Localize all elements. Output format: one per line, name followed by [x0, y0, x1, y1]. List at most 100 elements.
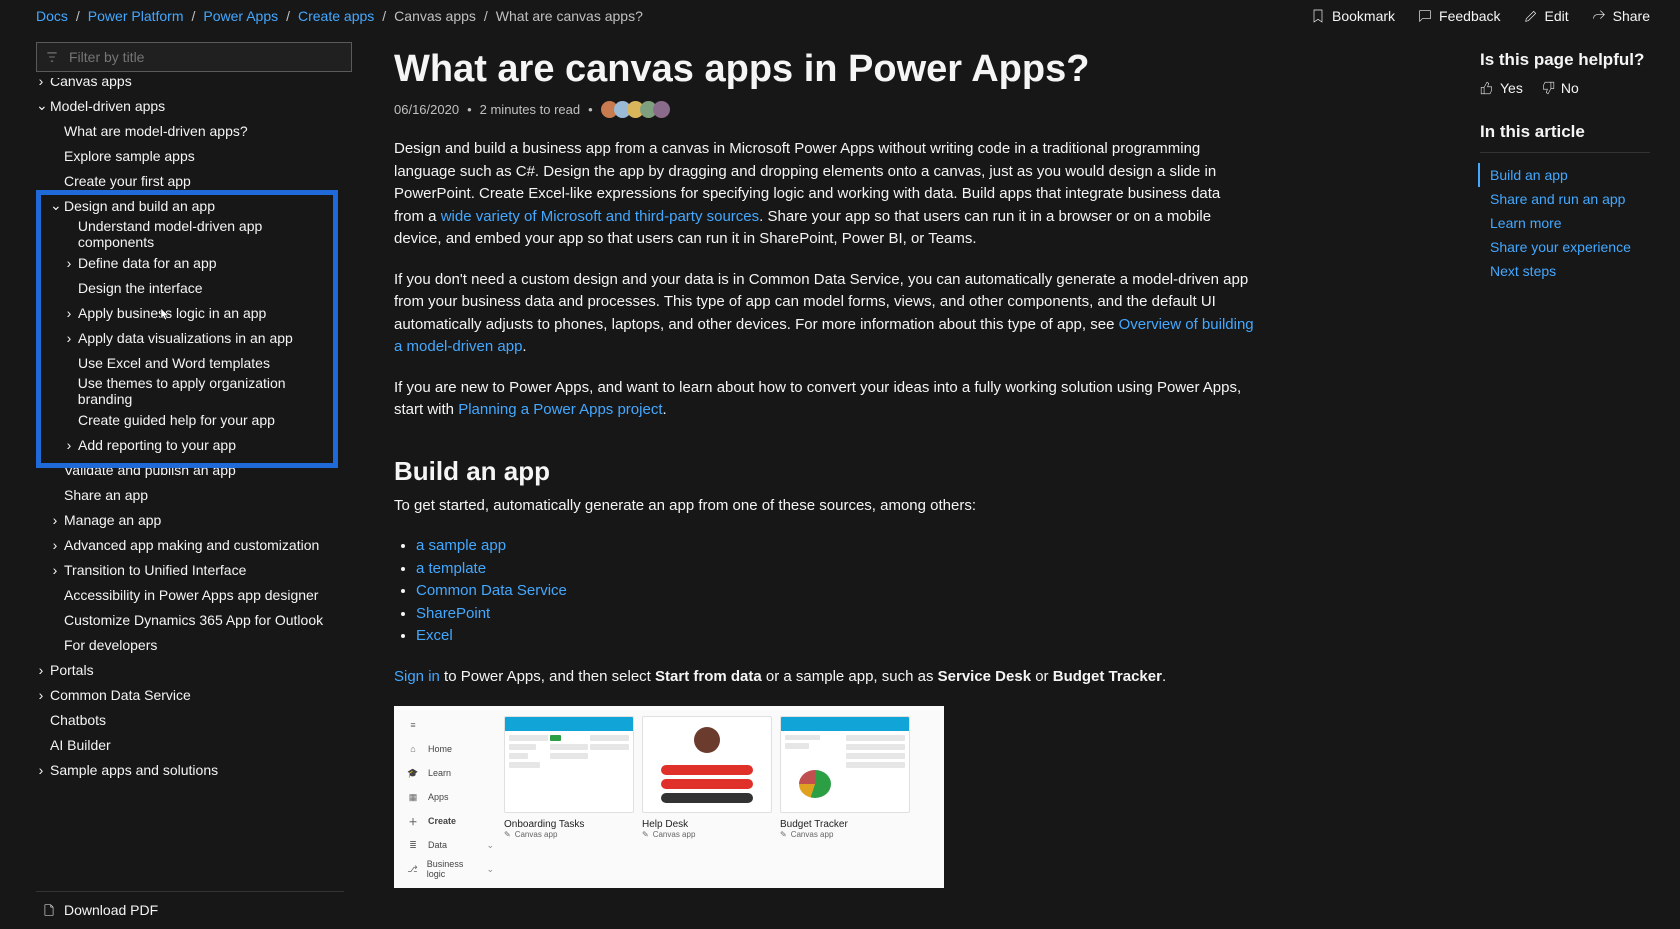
- toc-item[interactable]: ›Apply data visualizations in an app: [36, 325, 338, 350]
- breadcrumb-power-apps[interactable]: Power Apps: [203, 8, 278, 24]
- toc-item[interactable]: Validate and publish an app: [36, 457, 338, 482]
- source-link[interactable]: a template: [416, 560, 486, 577]
- filter-input-wrap[interactable]: [36, 42, 352, 72]
- chevron-icon: ⌄: [50, 197, 60, 214]
- shot-nav-item: ▦Apps: [404, 788, 494, 806]
- chevron-icon: ›: [64, 330, 74, 346]
- figure-start-from-data: ≡⌂Home🎓Learn▦Apps＋Create≣Data⌄⎇Business …: [394, 706, 944, 888]
- in-article-list: Build an appShare and run an appLearn mo…: [1480, 152, 1650, 283]
- breadcrumb-docs[interactable]: Docs: [36, 8, 68, 24]
- breadcrumbs: Docs/Power Platform/Power Apps/Create ap…: [36, 8, 643, 24]
- source-list: a sample app a template Common Data Servic…: [416, 535, 1254, 648]
- page-title: What are canvas apps in Power Apps?: [394, 48, 1254, 91]
- helpful-yes[interactable]: Yes: [1480, 80, 1523, 96]
- feedback-action[interactable]: Feedback: [1417, 8, 1500, 24]
- tile-subtitle: ✎ Canvas app: [780, 830, 910, 839]
- source-link[interactable]: Excel: [416, 627, 453, 644]
- list-item: Common Data Service: [416, 580, 1254, 603]
- toc-item[interactable]: ›Canvas apps: [36, 78, 338, 93]
- article-meta: 06/16/2020 • 2 minutes to read •: [394, 101, 1254, 118]
- toc-item[interactable]: ›Sample apps and solutions: [36, 757, 338, 778]
- chevron-icon: ›: [64, 437, 74, 453]
- toc-item[interactable]: ›Define data for an app: [36, 250, 338, 275]
- toc-item[interactable]: ›Portals: [36, 657, 338, 682]
- right-rail: Is this page helpful? Yes No In this art…: [1480, 32, 1680, 928]
- toc-item[interactable]: Design the interface: [36, 275, 338, 300]
- link-sign-in[interactable]: Sign in: [394, 668, 440, 685]
- toc-item[interactable]: ›Common Data Service: [36, 682, 338, 707]
- sidebar: ›Canvas apps⌄Model-driven appsWhat are m…: [0, 32, 352, 928]
- toc-item[interactable]: Customize Dynamics 365 App for Outlook: [36, 607, 338, 632]
- edit-action[interactable]: Edit: [1523, 8, 1569, 24]
- toc-item[interactable]: ›Transition to Unified Interface: [36, 557, 338, 582]
- toc-label: Advanced app making and customization: [64, 537, 319, 553]
- toc-label: Accessibility in Power Apps app designer: [64, 587, 318, 603]
- feedback-label: Feedback: [1439, 8, 1500, 24]
- link-sources[interactable]: wide variety of Microsoft and third-part…: [441, 208, 759, 225]
- share-action[interactable]: Share: [1591, 8, 1650, 24]
- share-label: Share: [1613, 8, 1650, 24]
- filter-input[interactable]: [67, 48, 343, 66]
- toc-label: Validate and publish an app: [64, 462, 236, 478]
- toc-item[interactable]: Use themes to apply organization brandin…: [36, 375, 338, 407]
- toc-label: Model-driven apps: [50, 98, 165, 114]
- toc-item[interactable]: Explore sample apps: [36, 143, 338, 168]
- source-link[interactable]: SharePoint: [416, 605, 490, 622]
- bookmark-icon: [1310, 8, 1326, 24]
- article-date: 06/16/2020: [394, 102, 459, 117]
- toc-item[interactable]: Use Excel and Word templates: [36, 350, 338, 375]
- edit-label: Edit: [1545, 8, 1569, 24]
- link-planning-project[interactable]: Planning a Power Apps project: [458, 401, 662, 418]
- toc-item[interactable]: AI Builder: [36, 732, 338, 757]
- shot-nav-item: ⎇Business logic⌄: [404, 860, 494, 878]
- list-item: SharePoint: [416, 603, 1254, 626]
- contributor-avatars[interactable]: [601, 101, 670, 118]
- app-tile: Onboarding Tasks✎ Canvas app: [504, 716, 634, 878]
- toc-item[interactable]: Create guided help for your app: [36, 407, 338, 432]
- intro-p3: If you are new to Power Apps, and want t…: [394, 377, 1254, 422]
- in-article-link[interactable]: Next steps: [1480, 259, 1650, 283]
- in-article-link[interactable]: Build an app: [1478, 163, 1650, 187]
- toc-item[interactable]: ›Manage an app: [36, 507, 338, 532]
- source-link[interactable]: a sample app: [416, 537, 506, 554]
- toc-label: Chatbots: [50, 712, 106, 728]
- toc[interactable]: ›Canvas apps⌄Model-driven appsWhat are m…: [36, 78, 352, 778]
- build-p2: Sign in to Power Apps, and then select S…: [394, 666, 1254, 689]
- in-article-link[interactable]: Share and run an app: [1480, 187, 1650, 211]
- breadcrumb-power-platform[interactable]: Power Platform: [88, 8, 184, 24]
- chevron-icon: ›: [50, 537, 60, 553]
- source-link[interactable]: Common Data Service: [416, 582, 567, 599]
- toc-label: What are model-driven apps?: [64, 123, 248, 139]
- helpful-no[interactable]: No: [1541, 80, 1579, 96]
- bookmark-action[interactable]: Bookmark: [1310, 8, 1395, 24]
- toc-item[interactable]: Share an app: [36, 482, 338, 507]
- intro-p1: Design and build a business app from a c…: [394, 138, 1254, 251]
- tile-subtitle: ✎ Canvas app: [642, 830, 772, 839]
- toc-label: Explore sample apps: [64, 148, 195, 164]
- toc-item[interactable]: Chatbots: [36, 707, 338, 732]
- in-article-link[interactable]: Share your experience: [1480, 235, 1650, 259]
- toc-label: AI Builder: [50, 737, 111, 753]
- toc-label: Common Data Service: [50, 687, 191, 703]
- tile-title: Onboarding Tasks: [504, 819, 634, 830]
- toc-item[interactable]: ⌄Design and build an app: [36, 193, 338, 218]
- toc-label: Apply business logic in an app: [78, 305, 266, 321]
- toc-item[interactable]: Accessibility in Power Apps app designer: [36, 582, 338, 607]
- toc-item[interactable]: Understand model-driven app components: [36, 218, 338, 250]
- in-article-link[interactable]: Learn more: [1480, 211, 1650, 235]
- shot-nav-item: 🎓Learn: [404, 764, 494, 782]
- toc-item[interactable]: What are model-driven apps?: [36, 118, 338, 143]
- top-bar: Docs/Power Platform/Power Apps/Create ap…: [0, 0, 1680, 32]
- toc-label: Transition to Unified Interface: [64, 562, 246, 578]
- breadcrumb-create-apps[interactable]: Create apps: [298, 8, 374, 24]
- toc-item[interactable]: Create your first app: [36, 168, 338, 193]
- toc-item[interactable]: ›Add reporting to your app: [36, 432, 338, 457]
- toc-item[interactable]: For developers: [36, 632, 338, 657]
- toc-item[interactable]: ›Apply business logic in an app: [36, 300, 338, 325]
- toc-item[interactable]: ›Advanced app making and customization: [36, 532, 338, 557]
- toc-item[interactable]: ⌄Model-driven apps: [36, 93, 338, 118]
- download-pdf[interactable]: Download PDF: [36, 891, 344, 928]
- hamburger-icon: ≡: [404, 716, 494, 734]
- chevron-icon: ›: [36, 762, 46, 778]
- share-icon: [1591, 8, 1607, 24]
